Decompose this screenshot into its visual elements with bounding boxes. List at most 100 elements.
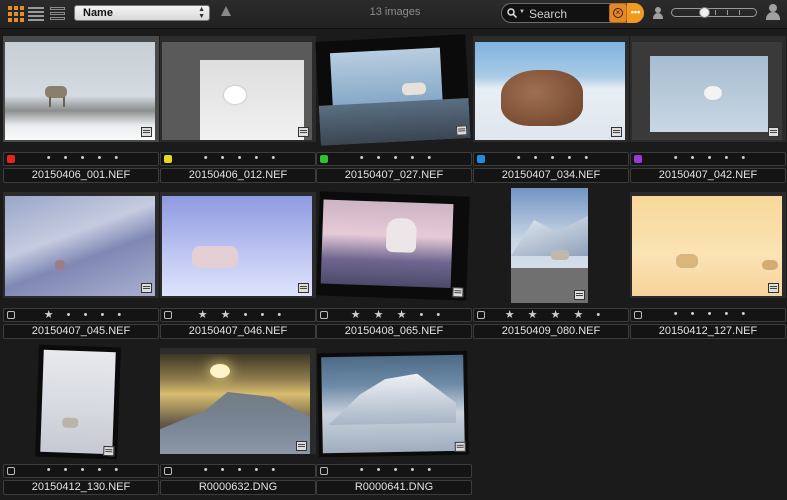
thumbnail-item[interactable]: • • • • • 20150407_034.NEF (473, 36, 629, 186)
star-rating[interactable]: • • • • • (317, 464, 473, 476)
thumbnail-item[interactable]: • • • • • 20150407_027.NEF (315, 34, 472, 186)
rating-bar: • • • • • (160, 152, 316, 166)
metadata-badge-icon (298, 283, 309, 293)
thumbnail-frame[interactable] (316, 348, 472, 458)
thumbnail-item[interactable]: • • • • • R0000641.DNG (316, 348, 472, 498)
thumbnail-item[interactable]: ★ ★ ★ ★ • 20150409_080.NEF (473, 188, 629, 342)
thumbnail-item[interactable]: ★ ★ ★ • • 20150408_065.NEF (316, 191, 472, 342)
file-name: 20150407_045.NEF (3, 324, 159, 339)
file-name: 20150406_001.NEF (3, 168, 159, 183)
photo-ptarmigan-snow (162, 42, 312, 140)
photo-reindeer-sunset (316, 191, 470, 301)
thumbnail-item[interactable]: ★ • • • • 20150407_045.NEF (3, 192, 159, 342)
search-field[interactable]: ▼ Search × ••• (501, 3, 644, 23)
rating-bar: • • • • • (316, 464, 472, 478)
sort-ascending-icon[interactable] (221, 6, 231, 16)
photo-reindeer-mountain (511, 188, 588, 303)
thumbnail-item[interactable]: • • • • • R0000632.DNG (160, 348, 316, 498)
file-name: 20150407_027.NEF (316, 168, 472, 183)
metadata-badge-icon (296, 441, 307, 451)
file-name: 20150407_046.NEF (160, 324, 316, 339)
file-name: R0000632.DNG (160, 480, 316, 495)
rating-bar: ★ ★ ★ ★ • (473, 308, 629, 322)
star-rating[interactable]: • • • • • (474, 152, 630, 164)
thumbnail-frame[interactable] (630, 36, 786, 142)
photo-arctic-fox (632, 42, 782, 140)
thumbnail-frame[interactable] (315, 34, 472, 146)
thumbnail-item[interactable]: • • • • • 20150406_001.NEF (3, 36, 159, 186)
thumbnail-frame[interactable] (160, 36, 316, 142)
metadata-badge-icon (768, 127, 779, 137)
file-name: 20150409_080.NEF (473, 324, 629, 339)
star-rating[interactable]: • • • • • (317, 152, 473, 164)
metadata-badge-icon (452, 287, 464, 298)
star-rating[interactable]: ★ ★ ★ • • (317, 308, 473, 321)
thumbnail-frame[interactable] (160, 348, 316, 454)
thumbnail-item[interactable]: • • • • • 20150406_012.NEF (160, 36, 316, 186)
star-rating[interactable]: ★ ★ • • • (161, 308, 317, 321)
select-arrows-icon: ▲ ▼ (198, 6, 205, 20)
star-rating[interactable]: • • • • • (4, 152, 160, 164)
person-large-icon[interactable] (766, 4, 780, 20)
file-name: 20150412_130.NEF (3, 480, 159, 495)
star-rating[interactable]: • • • • • (631, 308, 787, 320)
thumbnail-item[interactable]: • • • • • 20150412_130.NEF (3, 344, 159, 498)
list-view-icon[interactable] (28, 5, 44, 21)
rating-bar: • • • • • (3, 464, 159, 478)
star-rating[interactable]: ★ ★ ★ ★ • (474, 308, 630, 321)
photo-reindeer-blue (162, 196, 312, 296)
photo-reindeer-snow (5, 42, 155, 140)
rating-bar: ★ • • • • (3, 308, 159, 322)
star-rating[interactable]: • • • • • (4, 464, 160, 476)
metadata-badge-icon (455, 125, 468, 136)
thumbnail-frame[interactable] (630, 192, 786, 298)
thumbnail-frame[interactable] (3, 36, 159, 142)
photo-snowy-mountain (317, 350, 469, 458)
metadata-badge-icon (574, 290, 585, 300)
photo-sunset-mountain (160, 354, 310, 454)
rating-bar: • • • • • (473, 152, 629, 166)
details-view-icon[interactable] (50, 5, 66, 21)
grid-view-icon[interactable] (7, 5, 24, 22)
thumbnail-frame[interactable] (160, 192, 316, 298)
metadata-badge-icon (141, 127, 152, 137)
file-name: R0000641.DNG (316, 480, 472, 495)
sort-by-value: Name (83, 7, 113, 19)
rating-bar: • • • • • (160, 464, 316, 478)
metadata-badge-icon (141, 283, 152, 293)
star-rating[interactable]: • • • • • (161, 464, 317, 476)
file-name: 20150406_012.NEF (160, 168, 316, 183)
thumbnail-item[interactable]: • • • • • 20150412_127.NEF (630, 192, 786, 342)
thumbnail-frame[interactable] (3, 344, 159, 460)
search-input[interactable]: Search (529, 7, 567, 21)
star-rating[interactable]: • • • • • (161, 152, 317, 164)
sort-by-select[interactable]: Name ▲ ▼ (74, 5, 210, 21)
thumbnail-frame[interactable] (473, 36, 629, 142)
thumbnail-frame[interactable] (316, 191, 472, 301)
search-icon[interactable] (507, 8, 517, 18)
clear-search-button[interactable]: × (609, 3, 627, 23)
file-name: 20150407_042.NEF (630, 168, 786, 183)
rating-bar: • • • • • (316, 152, 472, 166)
thumbnail-frame[interactable] (473, 188, 629, 303)
metadata-badge-icon (454, 441, 466, 452)
more-options-button[interactable]: ••• (627, 3, 644, 23)
star-rating[interactable]: • • • • • (631, 152, 787, 164)
metadata-badge-icon (611, 127, 622, 137)
thumbnail-item[interactable]: ★ ★ • • • 20150407_046.NEF (160, 192, 316, 342)
rating-bar: ★ ★ ★ • • (316, 308, 472, 322)
metadata-badge-icon (768, 283, 779, 293)
clear-icon: × (613, 8, 623, 18)
search-options-icon[interactable]: ▼ (519, 9, 525, 15)
thumbnail-item[interactable]: • • • • • 20150407_042.NEF (630, 36, 786, 186)
thumbnail-frame[interactable] (3, 192, 159, 298)
metadata-badge-icon (298, 127, 309, 137)
slider-knob[interactable] (699, 7, 710, 18)
star-rating[interactable]: ★ • • • • (4, 308, 160, 321)
photo-reindeer-fog (35, 344, 121, 460)
file-name: 20150412_127.NEF (630, 324, 786, 339)
rating-bar: • • • • • (630, 308, 786, 322)
toolbar: Name ▲ ▼ 13 images ▼ Search × ••• (0, 0, 787, 29)
person-small-icon[interactable] (653, 7, 663, 19)
thumbnail-size-slider[interactable] (671, 7, 757, 18)
